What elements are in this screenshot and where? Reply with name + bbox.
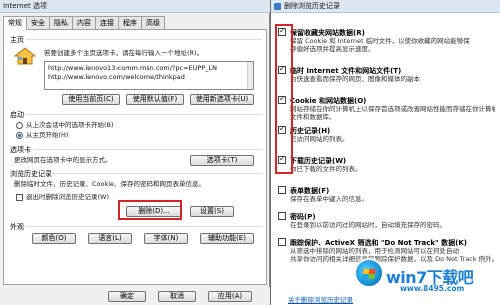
delete-on-exit-label: 退出时删除浏览历史记录(W) bbox=[26, 193, 109, 201]
delete-history-titlebar: 删除浏览历史记录 bbox=[271, 0, 500, 13]
form-data-checkbox[interactable] bbox=[278, 186, 286, 194]
tracking-protection-desc-2: 共享你访问的相关详细信息的跟踪保护数据，以及 Do Not Track 例外。 bbox=[290, 255, 495, 263]
internet-options-dialog: Internet 选项 常规 安全 隐私 内容 连接 程序 高级 主页 若要创建… bbox=[0, 0, 270, 305]
tab-general[interactable]: 常规 bbox=[3, 16, 27, 30]
dialog-footer: 确定 取消 应用(A) bbox=[0, 287, 270, 305]
history-desc: 已访问网站的列表。 bbox=[290, 135, 349, 143]
tab-content[interactable]: 内容 bbox=[72, 16, 96, 29]
internet-options-titlebar: Internet 选项 bbox=[0, 0, 270, 13]
watermark-url: www.8495.com bbox=[400, 284, 465, 293]
tracking-protection-desc-1: 从筛选中排除的网站的列表，用于检测网站可以在何处自动 bbox=[290, 247, 459, 255]
win7-logo-icon bbox=[354, 258, 384, 288]
fonts-button[interactable]: 字体(N) bbox=[144, 233, 188, 244]
history-settings-button[interactable]: 设置(S) bbox=[190, 206, 234, 217]
tab-strip: 常规 安全 隐私 内容 连接 程序 高级 bbox=[3, 16, 165, 30]
colors-button[interactable]: 颜色(O) bbox=[32, 233, 76, 244]
tabs-section-desc: 更改网页在选项卡中的显示方式。 bbox=[14, 156, 112, 164]
tracking-protection-checkbox[interactable] bbox=[278, 238, 286, 246]
cookies-desc-2: 文件和数据库。 bbox=[290, 113, 336, 121]
tabs-settings-button[interactable]: 选项卡(T) bbox=[190, 155, 254, 166]
download-history-desc: 你已下载的文件的列表。 bbox=[290, 165, 362, 173]
languages-button[interactable]: 语言(L) bbox=[88, 233, 132, 244]
delete-history-title: 删除浏览历史记录 bbox=[284, 2, 340, 10]
startup-home-page-radio[interactable] bbox=[16, 132, 23, 139]
home-page-heading: 主页 bbox=[10, 36, 24, 44]
keep-favorites-checkbox[interactable] bbox=[278, 26, 286, 36]
tab-programs[interactable]: 程序 bbox=[118, 16, 142, 29]
startup-heading: 启动 bbox=[10, 111, 24, 119]
cookies-checkbox[interactable] bbox=[278, 94, 286, 104]
startup-last-session-radio[interactable] bbox=[16, 122, 23, 129]
passwords-desc: 在登录到以前访问过的网站时，自动填充保存的密码。 bbox=[290, 221, 446, 229]
download-history-checkbox[interactable] bbox=[278, 154, 286, 164]
form-data-desc: 保存在表单中键入的信息。 bbox=[290, 195, 368, 203]
general-tab-panel: 主页 若要创建多个主页选项卡，请在每行输入一个地址(R)。 http://www… bbox=[3, 29, 267, 285]
home-page-instruction: 若要创建多个主页选项卡，请在每行输入一个地址(R)。 bbox=[44, 49, 204, 57]
ie-icon bbox=[274, 3, 281, 10]
home-page-urls-textarea[interactable]: http://www.lenovo13-comm.msn.com/?pc=EUP… bbox=[44, 61, 254, 90]
use-current-button[interactable]: 使用当前页(C) bbox=[62, 94, 120, 105]
keep-favorites-desc-2: 存偏好选项并提高显示速度。 bbox=[290, 45, 375, 53]
home-url-line-2: http://www.lenovo.com/welcome/thinkpad bbox=[48, 73, 185, 81]
appearance-divider bbox=[26, 226, 262, 227]
startup-divider bbox=[26, 114, 262, 115]
browsing-history-divider bbox=[50, 173, 262, 174]
passwords-checkbox[interactable] bbox=[278, 212, 286, 220]
browsing-history-heading: 浏览历史记录 bbox=[10, 170, 52, 178]
home-page-divider bbox=[26, 39, 262, 40]
delete-on-exit-checkbox[interactable] bbox=[16, 194, 23, 201]
tab-security[interactable]: 安全 bbox=[26, 16, 50, 29]
delete-history-button[interactable]: 删除(D)... bbox=[126, 206, 182, 217]
tab-advanced[interactable]: 高级 bbox=[141, 16, 165, 29]
appearance-heading: 外观 bbox=[10, 223, 24, 231]
apply-button[interactable]: 应用(A) bbox=[208, 291, 252, 302]
delete-history-dialog: 删除浏览历史记录 保留收藏夹网站数据(R) 保留 Cookie 和 Intern… bbox=[270, 0, 500, 305]
tab-connections[interactable]: 连接 bbox=[95, 16, 119, 29]
temp-files-desc: 为快速查看而保存的网页、图像和媒体的副本 bbox=[290, 75, 420, 83]
cookies-desc-1: 网站存储在你的计算机上以保存首选项或改善网站性能而存储在你计算机上的 bbox=[290, 105, 495, 113]
temp-files-checkbox[interactable] bbox=[278, 64, 286, 74]
about-delete-history-link[interactable]: 关于删除浏览历史记录 bbox=[288, 294, 353, 304]
use-new-tab-button[interactable]: 使用新选项卡(U) bbox=[190, 94, 254, 105]
startup-home-page-label: 从主页开始(H) bbox=[26, 131, 69, 139]
cancel-button[interactable]: 取消 bbox=[158, 291, 196, 302]
tabs-section-heading: 选项卡 bbox=[10, 146, 31, 154]
tabs-section-divider bbox=[34, 149, 262, 150]
ok-button[interactable]: 确定 bbox=[108, 291, 146, 302]
home-url-line-1: http://www.lenovo13-comm.msn.com/?pc=EUP… bbox=[48, 64, 217, 72]
browsing-history-desc: 删除临时文件、历史记录、Cookie、保存的密码和网页表单信息。 bbox=[14, 180, 206, 188]
accessibility-button[interactable]: 辅助功能(E) bbox=[200, 233, 254, 244]
urls-scrollbar[interactable] bbox=[247, 62, 253, 89]
history-checkbox[interactable] bbox=[278, 124, 286, 134]
startup-last-session-label: 从上次会话中的选项卡开始(B) bbox=[26, 121, 114, 129]
use-default-button[interactable]: 使用默认值(F) bbox=[126, 94, 184, 105]
keep-favorites-desc-1: 保留 Cookie 和 Internet 临时文件，以使你收藏的网站能够保 bbox=[290, 37, 470, 45]
tab-privacy[interactable]: 隐私 bbox=[49, 16, 73, 29]
home-icon bbox=[14, 47, 36, 65]
